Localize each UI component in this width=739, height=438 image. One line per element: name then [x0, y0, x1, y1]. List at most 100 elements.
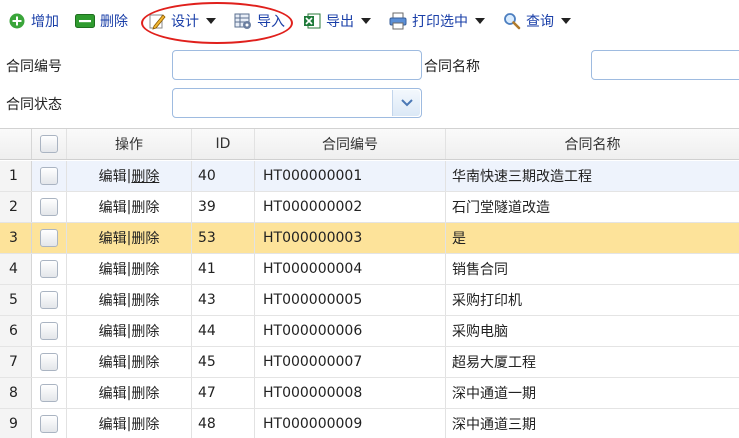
row-id: 41 — [192, 254, 255, 284]
row-contract-code: HT000000004 — [255, 254, 446, 284]
row-id: 47 — [192, 378, 255, 408]
row-checkbox[interactable] — [40, 198, 58, 216]
row-id: 44 — [192, 316, 255, 346]
chevron-down-icon — [561, 18, 571, 24]
row-contract-code: HT000000005 — [255, 285, 446, 315]
header-operation[interactable]: 操作 — [67, 129, 192, 159]
row-operations: 编辑 | 删除 — [67, 378, 192, 408]
table-row[interactable]: 3 编辑 | 删除 53 HT000000003 是 — [0, 223, 739, 254]
chevron-down-icon — [475, 18, 485, 24]
header-id[interactable]: ID — [192, 129, 255, 159]
row-contract-name: 采购打印机 — [452, 293, 522, 309]
row-select-cell[interactable] — [32, 223, 67, 253]
delete-link[interactable]: 删除 — [131, 290, 159, 310]
edit-link[interactable]: 编辑 — [99, 259, 127, 279]
chevron-down-icon — [206, 18, 216, 24]
row-contract-name: 采购电脑 — [452, 324, 508, 340]
row-operations: 编辑 | 删除 — [67, 316, 192, 346]
delete-link[interactable]: 删除 — [131, 259, 159, 279]
row-checkbox[interactable] — [40, 260, 58, 278]
search-icon — [503, 12, 521, 30]
table-row[interactable]: 2 编辑 | 删除 39 HT000000002 石门堂隧道改造 — [0, 192, 739, 223]
row-number: 2 — [0, 192, 32, 222]
row-contract-code: HT000000001 — [255, 161, 446, 191]
delete-link[interactable]: 删除 — [131, 321, 159, 341]
row-number: 6 — [0, 316, 32, 346]
printer-icon — [389, 12, 407, 30]
row-number: 4 — [0, 254, 32, 284]
export-button[interactable]: 导出 — [303, 9, 371, 33]
row-number: 8 — [0, 378, 32, 408]
edit-link[interactable]: 编辑 — [99, 414, 127, 434]
plus-circle-icon — [8, 12, 26, 30]
search-form-row-2: 合同状态 — [0, 88, 739, 120]
delete-link[interactable]: 删除 — [131, 228, 159, 248]
delete-button[interactable]: 删除 — [75, 9, 128, 33]
row-id: 40 — [192, 161, 255, 191]
row-contract-name: 销售合同 — [452, 262, 508, 278]
row-contract-name: 石门堂隧道改造 — [452, 200, 550, 216]
row-id: 45 — [192, 347, 255, 377]
pencil-paper-icon — [148, 12, 166, 30]
table-row[interactable]: 9 编辑 | 删除 48 HT000000009 深中通道三期 — [0, 409, 739, 438]
row-number: 5 — [0, 285, 32, 315]
row-checkbox[interactable] — [40, 322, 58, 340]
row-select-cell[interactable] — [32, 347, 67, 377]
toolbar: 增加 删除 设计 导入 导出 打印选中 查询 — [0, 0, 739, 42]
select-all-checkbox[interactable] — [40, 135, 58, 153]
chevron-down-icon — [361, 18, 371, 24]
delete-link[interactable]: 删除 — [131, 166, 159, 186]
header-select-all[interactable] — [32, 129, 67, 159]
dropdown-toggle[interactable] — [392, 90, 420, 116]
row-select-cell[interactable] — [32, 409, 67, 438]
row-select-cell[interactable] — [32, 161, 67, 191]
contract-status-select[interactable] — [172, 88, 422, 118]
edit-link[interactable]: 编辑 — [99, 352, 127, 372]
edit-link[interactable]: 编辑 — [99, 197, 127, 217]
row-select-cell[interactable] — [32, 192, 67, 222]
row-select-cell[interactable] — [32, 254, 67, 284]
query-button[interactable]: 查询 — [503, 9, 571, 33]
print-selected-button[interactable]: 打印选中 — [389, 9, 485, 33]
row-select-cell[interactable] — [32, 316, 67, 346]
row-checkbox[interactable] — [40, 415, 58, 433]
row-contract-code: HT000000008 — [255, 378, 446, 408]
contract-code-input[interactable] — [172, 50, 422, 80]
delete-link[interactable]: 删除 — [131, 197, 159, 217]
delete-link[interactable]: 删除 — [131, 383, 159, 403]
row-checkbox[interactable] — [40, 291, 58, 309]
table-row[interactable]: 4 编辑 | 删除 41 HT000000004 销售合同 — [0, 254, 739, 285]
row-checkbox[interactable] — [40, 167, 58, 185]
row-number: 1 — [0, 161, 32, 191]
table-row[interactable]: 5 编辑 | 删除 43 HT000000005 采购打印机 — [0, 285, 739, 316]
row-checkbox[interactable] — [40, 384, 58, 402]
header-contract-name[interactable]: 合同名称 — [446, 129, 739, 159]
design-button-label: 设计 — [171, 14, 199, 30]
row-checkbox[interactable] — [40, 353, 58, 371]
edit-link[interactable]: 编辑 — [99, 290, 127, 310]
delete-link[interactable]: 删除 — [131, 414, 159, 434]
table-row[interactable]: 8 编辑 | 删除 47 HT000000008 深中通道一期 — [0, 378, 739, 409]
edit-link[interactable]: 编辑 — [99, 383, 127, 403]
table-row[interactable]: 7 编辑 | 删除 45 HT000000007 超易大厦工程 — [0, 347, 739, 378]
header-contract-code[interactable]: 合同编号 — [255, 129, 446, 159]
row-checkbox[interactable] — [40, 229, 58, 247]
contract-name-input[interactable] — [591, 50, 739, 80]
table-row[interactable]: 1 编辑 | 删除 40 HT000000001 华南快速三期改造工程 — [0, 161, 739, 192]
table-row[interactable]: 6 编辑 | 删除 44 HT000000006 采购电脑 — [0, 316, 739, 347]
edit-link[interactable]: 编辑 — [99, 228, 127, 248]
add-button[interactable]: 增加 — [8, 9, 59, 33]
delete-button-label: 删除 — [100, 14, 128, 30]
row-contract-name: 深中通道三期 — [452, 417, 536, 433]
design-button[interactable]: 设计 — [148, 9, 216, 33]
row-operations: 编辑 | 删除 — [67, 409, 192, 438]
row-select-cell[interactable] — [32, 285, 67, 315]
delete-link[interactable]: 删除 — [131, 352, 159, 372]
edit-link[interactable]: 编辑 — [99, 166, 127, 186]
import-button[interactable]: 导入 — [234, 9, 285, 33]
row-contract-code: HT000000009 — [255, 409, 446, 438]
row-id: 53 — [192, 223, 255, 253]
query-button-label: 查询 — [526, 14, 554, 30]
edit-link[interactable]: 编辑 — [99, 321, 127, 341]
row-select-cell[interactable] — [32, 378, 67, 408]
